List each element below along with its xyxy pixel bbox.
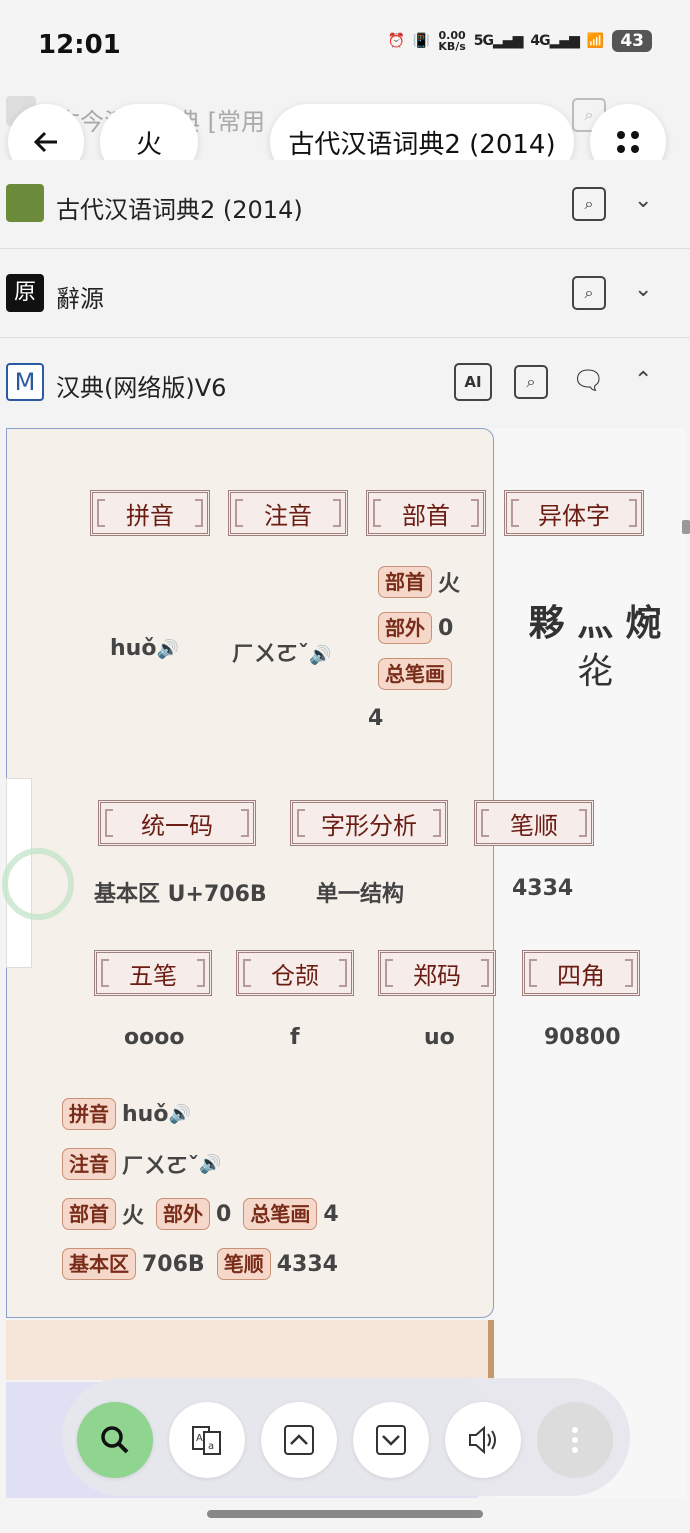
- search-icon: [101, 1426, 129, 1454]
- value-zixing: 单一结构: [316, 882, 405, 907]
- label-sijiao: 四角: [522, 950, 640, 996]
- dict-row-handian[interactable]: M 汉典(网络版)V6 AI ⌕ 🗨 ⌃: [0, 338, 690, 428]
- signal-5g: 5G▂▄▆: [473, 33, 524, 49]
- battery-indicator: 43: [612, 30, 652, 52]
- speaker-icon[interactable]: 🔊: [168, 1104, 190, 1125]
- more-button[interactable]: [537, 1402, 613, 1478]
- speak-button[interactable]: [445, 1402, 521, 1478]
- label-bushou: 部首: [366, 490, 486, 536]
- value-bishun: 4334: [512, 876, 574, 901]
- dict-name: 古代汉语词典2 (2014): [56, 196, 303, 224]
- status-time: 12:01: [38, 30, 121, 60]
- translate-icon: Aa: [192, 1426, 221, 1455]
- summary-zhuyin: 注音 ㄏㄨㄛˇ 🔊: [62, 1148, 221, 1180]
- bushou-line: 部首火: [378, 566, 460, 598]
- label-zhuyin: 注音: [228, 490, 348, 536]
- label-yitizi: 异体字: [504, 490, 644, 536]
- scroll-up-button[interactable]: [261, 1402, 337, 1478]
- value-sijiao: 90800: [544, 1025, 621, 1050]
- search-button[interactable]: [77, 1402, 153, 1478]
- chevron-down-icon[interactable]: ⌄: [634, 277, 652, 302]
- next-entry-panel: [6, 1320, 494, 1380]
- chevron-down-icon: [376, 1425, 406, 1455]
- entry-card: [6, 428, 494, 1318]
- more-icon: [572, 1427, 578, 1453]
- variant-characters[interactable]: 夥 灬 焥 炛: [505, 600, 685, 696]
- summary-jibenqu: 基本区 706B 笔顺 4334: [62, 1248, 350, 1280]
- value-zhengma: uo: [424, 1025, 455, 1050]
- net-speed: 0.00 KB/s: [438, 29, 466, 53]
- dict-name: 汉典(网络版)V6: [56, 374, 227, 402]
- dict-row-gudai[interactable]: 古代汉语词典2 (2014) ⌕ ⌄: [0, 160, 690, 249]
- wifi-icon: 📶: [586, 33, 605, 49]
- chevron-up-icon[interactable]: ⌃: [634, 368, 652, 393]
- gudai-logo-icon: [6, 184, 44, 222]
- search-doc-icon[interactable]: ⌕: [514, 365, 548, 399]
- handian-logo-icon: M: [6, 363, 44, 401]
- svg-text:A: A: [196, 1433, 203, 1444]
- vibrate-icon: 📳: [412, 33, 431, 49]
- label-wubi: 五笔: [94, 950, 212, 996]
- floating-ring-icon[interactable]: [2, 848, 74, 920]
- value-zongbihua: 4: [368, 706, 384, 731]
- summary-pinyin: 拼音 huǒ 🔊: [62, 1098, 191, 1130]
- label-pinyin: 拼音: [90, 490, 210, 536]
- comment-icon[interactable]: 🗨: [572, 366, 605, 396]
- translate-button[interactable]: Aa: [169, 1402, 245, 1478]
- dict-name: 辭源: [56, 285, 104, 313]
- speaker-icon: [469, 1425, 496, 1455]
- chevron-down-icon[interactable]: ⌄: [634, 188, 652, 213]
- label-cangjie: 仓颉: [236, 950, 354, 996]
- alarm-icon: ⏰: [387, 33, 405, 49]
- search-doc-icon[interactable]: ⌕: [572, 276, 606, 310]
- speaker-icon[interactable]: 🔊: [309, 645, 331, 666]
- value-cangjie: f: [290, 1025, 300, 1050]
- search-doc-icon[interactable]: ⌕: [572, 187, 606, 221]
- scroll-thumb[interactable]: [682, 520, 690, 534]
- status-icons: ⏰ 📳 0.00 KB/s 5G▂▄▆ 4G▂▄▆ 📶 43: [387, 30, 652, 52]
- chevron-up-icon: [284, 1425, 314, 1455]
- value-zhuyin: ㄏㄨㄛˇ🔊: [232, 642, 332, 667]
- value-wubi: oooo: [124, 1025, 185, 1050]
- label-zhengma: 郑码: [378, 950, 496, 996]
- label-bishun: 笔顺: [474, 800, 594, 846]
- buwai-line: 部外 0: [378, 612, 453, 644]
- label-zixing: 字形分析: [290, 800, 448, 846]
- summary-bushou: 部首火 部外 0 总笔画 4: [62, 1198, 351, 1230]
- ciyuan-logo-icon: 原: [6, 274, 44, 312]
- ai-icon[interactable]: AI: [454, 363, 492, 401]
- svg-text:a: a: [208, 1441, 214, 1452]
- speaker-icon[interactable]: 🔊: [199, 1154, 221, 1175]
- label-tongyima: 统一码: [98, 800, 256, 846]
- speaker-icon[interactable]: 🔊: [156, 639, 178, 660]
- value-tongyima: 基本区 U+706B: [94, 882, 267, 907]
- back-arrow-icon: [33, 131, 57, 153]
- scroll-down-button[interactable]: [353, 1402, 429, 1478]
- home-indicator[interactable]: [207, 1510, 483, 1518]
- value-pinyin: huǒ🔊: [110, 636, 179, 661]
- signal-4g: 4G▂▄▆: [530, 33, 580, 49]
- zongbihua-line: 总笔画: [378, 658, 458, 690]
- dict-row-ciyuan[interactable]: 原 辭源 ⌕ ⌄: [0, 249, 690, 338]
- grid-dots-icon: [617, 131, 639, 153]
